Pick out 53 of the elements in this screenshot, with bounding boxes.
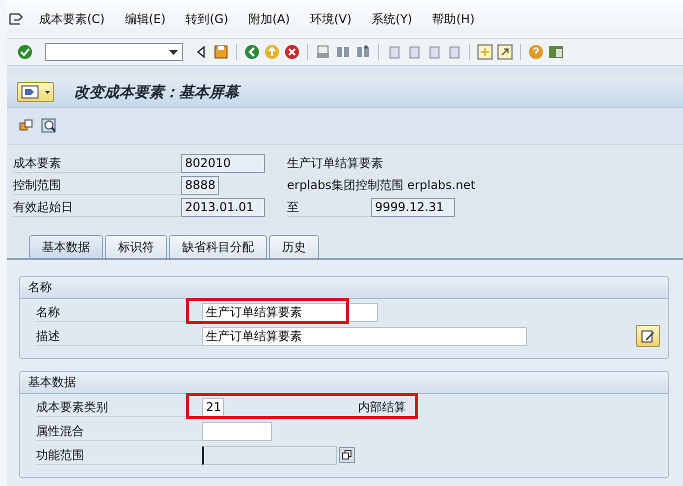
input-field[interactable] bbox=[202, 446, 337, 464]
find-next-icon[interactable] bbox=[355, 44, 371, 60]
display-field[interactable]: 802010 bbox=[181, 154, 265, 172]
display-change-icon bbox=[21, 85, 39, 99]
field-label: 成本要素 bbox=[13, 154, 181, 172]
field-label: 功能范围 bbox=[36, 446, 202, 464]
cancel-icon[interactable] bbox=[284, 44, 300, 60]
group-title: 基本数据 bbox=[20, 372, 668, 394]
pencil-icon bbox=[641, 329, 655, 343]
menu-item[interactable]: 系统(Y) bbox=[362, 10, 422, 28]
field-label: 有效起始日 bbox=[13, 198, 181, 216]
print-icon[interactable] bbox=[315, 44, 331, 60]
menu-button[interactable] bbox=[17, 82, 54, 102]
save-icon[interactable] bbox=[213, 44, 229, 60]
copy-icon bbox=[342, 450, 352, 460]
dropdown-icon[interactable] bbox=[169, 50, 178, 54]
input-field[interactable]: 生产订单结算要素 bbox=[202, 302, 378, 322]
field-description: erplabs集团控制范围 erplabs.net bbox=[287, 176, 476, 194]
tab[interactable]: 缺省科目分配 bbox=[169, 235, 267, 258]
edit-button[interactable] bbox=[636, 325, 660, 347]
menu-item[interactable]: 成本要素(C) bbox=[29, 10, 115, 28]
caret-icon bbox=[45, 90, 50, 94]
input-field[interactable]: 21 bbox=[202, 398, 224, 416]
menu-item[interactable]: 转到(G) bbox=[176, 10, 238, 28]
value-help-button[interactable] bbox=[339, 447, 355, 463]
new-window-icon[interactable] bbox=[477, 44, 493, 60]
menu-item[interactable]: 环境(V) bbox=[300, 10, 362, 28]
tab[interactable]: 标识符 bbox=[105, 235, 167, 258]
screen-title: 改变成本要素：基本屏幕 bbox=[74, 82, 239, 102]
menu-item[interactable]: 附加(A) bbox=[238, 10, 300, 28]
layout-icon[interactable] bbox=[548, 44, 564, 60]
field-description: 生产订单结算要素 bbox=[287, 154, 383, 172]
menu-icon[interactable] bbox=[9, 13, 23, 25]
field-description: 内部结算 bbox=[358, 398, 406, 416]
menu-item[interactable]: 编辑(E) bbox=[114, 10, 176, 28]
input-field[interactable]: 生产订单结算要素 bbox=[202, 326, 527, 346]
tab[interactable]: 基本数据 bbox=[29, 235, 103, 258]
field-label: 控制范围 bbox=[13, 176, 181, 194]
group-title: 名称 bbox=[20, 277, 668, 299]
menu-item[interactable]: 帮助(H) bbox=[422, 10, 485, 28]
magnifier-icon[interactable] bbox=[41, 118, 57, 134]
check-icon[interactable] bbox=[17, 44, 33, 60]
shortcut-icon[interactable] bbox=[497, 44, 513, 60]
display-field[interactable]: 9999.12.31 bbox=[371, 198, 455, 216]
display-field[interactable]: 2013.01.01 bbox=[181, 198, 265, 216]
display-field[interactable]: 8888 bbox=[181, 176, 219, 194]
help-icon[interactable] bbox=[528, 44, 544, 60]
back-icon[interactable] bbox=[244, 44, 260, 60]
field-label: 描述 bbox=[36, 326, 202, 346]
field-label: 属性混合 bbox=[36, 422, 202, 440]
input-field[interactable] bbox=[202, 422, 272, 440]
command-field[interactable] bbox=[45, 43, 183, 61]
tab[interactable]: 历史 bbox=[269, 235, 319, 258]
